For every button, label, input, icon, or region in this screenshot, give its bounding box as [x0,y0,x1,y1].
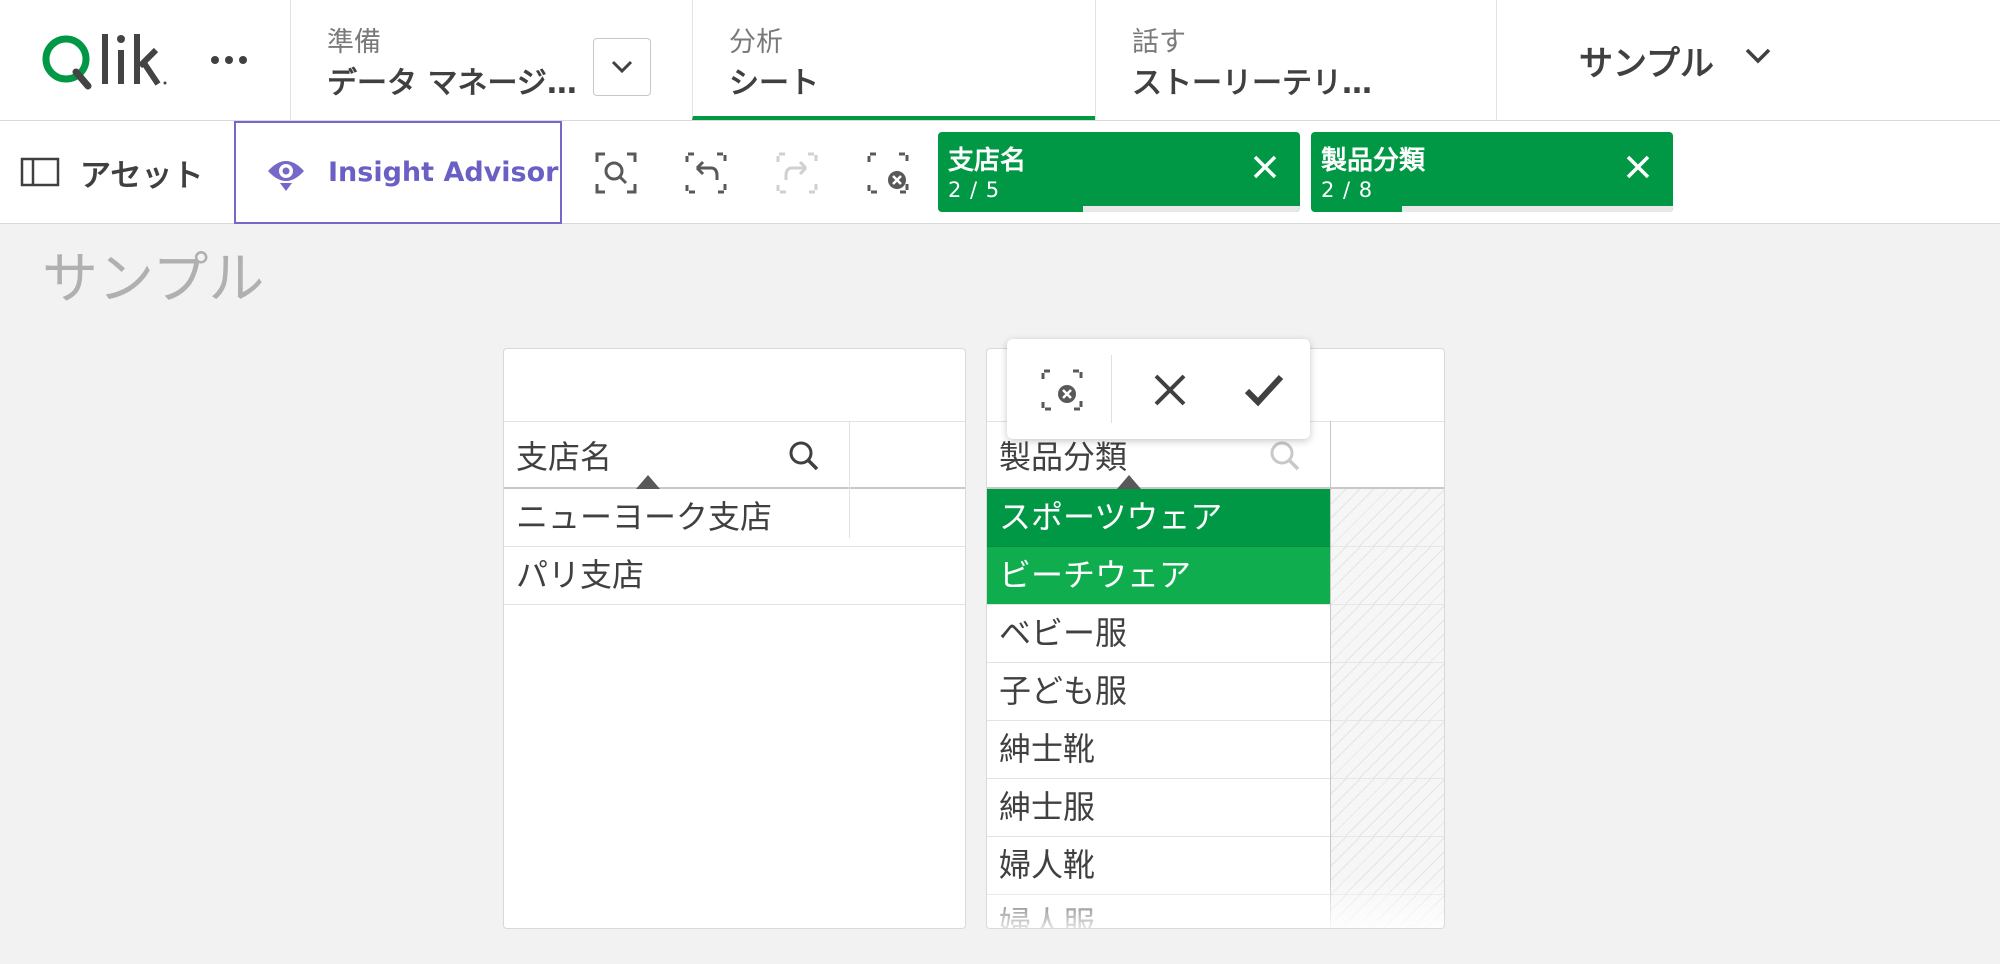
sort-ascending-icon [1117,475,1141,489]
chevron-down-icon [611,60,633,74]
nav-prepare-label: 準備 [327,27,381,58]
list-item[interactable]: ニューヨーク支店 [504,489,965,547]
nav-analyze-value: シート [729,66,819,101]
insight-advisor-button[interactable]: Insight Advisor [234,121,562,224]
insight-advisor-label: Insight Advisor [328,157,559,188]
list-item[interactable]: ベビー服 [987,605,1330,663]
selection-chip-category[interactable]: 製品分類 2 / 8 [1311,132,1673,212]
cancel-selection-icon[interactable] [1147,367,1193,413]
selection-chip-field: 製品分類 [1321,146,1426,176]
list-item[interactable]: 紳士靴 [987,721,1330,779]
excluded-frequency-cell [1331,489,1444,547]
selection-confirm-toolbar [1007,339,1310,439]
excluded-frequency-cell [1331,895,1444,928]
nav-analyze-label: 分析 [729,27,783,58]
step-back-icon[interactable] [683,150,729,196]
selection-progress [1311,206,1402,212]
chevron-down-icon [1745,48,1771,64]
selection-chip-count: 2 / 8 [1321,178,1374,202]
confirm-selection-icon[interactable] [1241,367,1287,413]
smart-search-icon[interactable] [593,150,639,196]
excluded-frequency-cell [1331,721,1444,779]
listbox-header: 支店名 [504,421,965,489]
more-icon [211,56,247,64]
sort-ascending-icon [636,475,660,489]
sheet-toolbar: アセット Insight Advisor 支店名 2 / 5 製品分類 2 / … [0,121,2000,224]
selection-chip-branch[interactable]: 支店名 2 / 5 [938,132,1300,212]
app-title-dropdown[interactable]: サンプル [1496,0,2000,120]
list-item[interactable]: 婦人服 [987,895,1330,928]
sheet-title: サンプル [42,247,265,312]
clear-selection-icon[interactable] [1039,367,1085,413]
list-item[interactable]: 子ども服 [987,663,1330,721]
excluded-frequency-cell [1331,547,1444,605]
nav-narrate-label: 話す [1132,27,1186,58]
list-item[interactable]: 紳士服 [987,779,1330,837]
app-title: サンプル [1579,44,1714,84]
search-icon[interactable] [788,440,820,472]
prepare-dropdown-button[interactable] [593,38,651,96]
assets-button[interactable]: アセット [0,121,232,223]
nav-narrate[interactable]: 話す ストーリーテリ… [1095,0,1496,120]
list-item[interactable]: スポーツウェア [987,489,1330,547]
nav-analyze[interactable]: 分析 シート [692,0,1095,120]
list-item[interactable]: パリ支店 [504,547,965,605]
selection-progress [938,206,1083,212]
nav-prepare-value: データ マネージ… [327,66,577,101]
search-icon[interactable] [1269,440,1301,472]
assets-label: アセット [80,158,204,194]
top-navigation-bar: 準備 データ マネージ… 分析 シート 話す ストーリーテリ… サンプル [0,0,2000,121]
close-icon[interactable] [1252,154,1278,180]
clear-selections-icon[interactable] [865,150,911,196]
listbox-branch: 支店名 ニューヨーク支店 パリ支店 [503,348,966,929]
more-options-button[interactable] [204,40,254,80]
panel-icon [20,157,60,187]
insight-advisor-icon [268,161,304,191]
list-item[interactable]: 婦人靴 [987,837,1330,895]
selection-chip-count: 2 / 5 [948,178,1001,202]
list-item[interactable]: ビーチウェア [987,547,1330,605]
nav-narrate-value: ストーリーテリ… [1132,66,1372,101]
excluded-frequency-cell [1331,663,1444,721]
selection-chip-field: 支店名 [948,146,1027,176]
listbox-title: 支店名 [516,438,613,476]
excluded-frequency-cell [1331,605,1444,663]
qlik-logo[interactable] [40,28,180,94]
step-forward-icon[interactable] [774,150,820,196]
close-icon[interactable] [1625,154,1651,180]
excluded-frequency-cell [1331,837,1444,895]
nav-prepare[interactable]: 準備 データ マネージ… [290,0,692,120]
excluded-frequency-cell [1331,779,1444,837]
